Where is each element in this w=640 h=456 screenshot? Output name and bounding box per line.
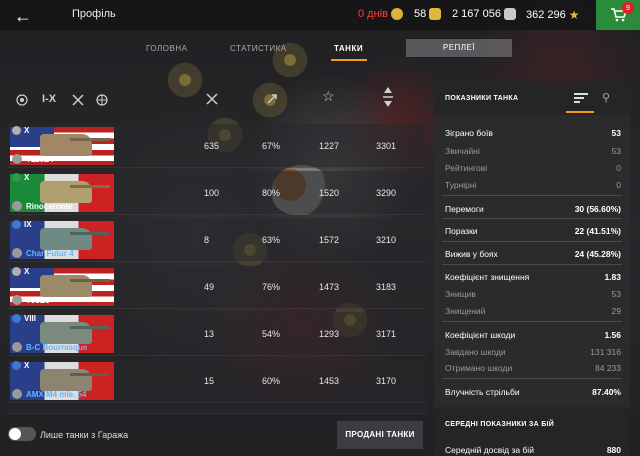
stat-row: Завдано шкоди 131 316 xyxy=(445,347,621,357)
stat-row: Турнірні 0 xyxy=(445,180,621,190)
sold-tanks-button[interactable]: ПРОДАНІ ТАНКИ xyxy=(337,421,423,449)
tank-name: T95E6 xyxy=(12,295,50,305)
rating-value: 1520 xyxy=(319,188,340,198)
damage-value: 3290 xyxy=(376,188,397,198)
active-view-underline xyxy=(566,111,594,113)
tier-label: IX xyxy=(12,220,32,229)
tier-filter[interactable]: I-X xyxy=(42,93,56,105)
tank-row[interactable]: VIII B-C Bourrasque 13 54% 1293 3171 xyxy=(8,312,426,356)
globe-icon[interactable] xyxy=(96,94,108,106)
trophy-icon[interactable]: ⚲ xyxy=(602,91,610,104)
free-xp-balance[interactable]: 362 296 ★ xyxy=(526,8,580,22)
tank-stats-panel: ПОКАЗНИКИ ТАНКА ⚲ Зіграно боїв 53 Звичайн… xyxy=(434,81,630,456)
rating-value: 1293 xyxy=(319,329,340,339)
credits-icon xyxy=(503,8,516,20)
rating-value: 1453 xyxy=(319,376,340,386)
tank-name: B-C Bourrasque xyxy=(12,342,87,352)
back-arrow-icon[interactable]: ← xyxy=(14,6,32,27)
damage-value: 3171 xyxy=(376,329,397,339)
rating-value: 1227 xyxy=(319,141,340,151)
tank-row[interactable]: IX Char Futur 4 8 63% 1572 3210 xyxy=(8,218,426,262)
stat-row: Влучність стрільби 87.40% xyxy=(445,387,621,397)
premium-icon xyxy=(390,8,403,20)
type-filter-icon[interactable] xyxy=(72,94,84,106)
tab-statistics[interactable]: СТАТИСТИКА xyxy=(230,44,287,53)
top-bar: ← Профіль 0 днів 58 2 167 056 362 296 ★ … xyxy=(0,0,640,30)
premium-days[interactable]: 0 днів xyxy=(358,8,403,20)
tank-row[interactable]: X AMX M4 mle. 54 15 60% 1453 3170 xyxy=(8,359,426,403)
tank-row[interactable]: X T110E4 635 67% 1227 3301 xyxy=(8,124,426,168)
tier-label: VIII xyxy=(12,314,36,323)
stat-row: Отримано шкоди 84 233 xyxy=(445,363,621,373)
credits-balance[interactable]: 2 167 056 xyxy=(452,8,516,20)
stat-row: Поразки 22 (41.51%) xyxy=(445,226,621,236)
tier-label: X xyxy=(12,267,29,276)
damage-sort-icon[interactable] xyxy=(382,86,394,108)
stat-row: Перемоги 30 (56.60%) xyxy=(445,204,621,214)
battles-value: 15 xyxy=(204,376,215,386)
battles-value: 100 xyxy=(204,188,220,198)
tank-name: Rinoceronte xyxy=(12,201,73,211)
garage-only-toggle[interactable] xyxy=(8,427,36,441)
tank-row[interactable]: X Rinoceronte 100 80% 1520 3290 xyxy=(8,171,426,215)
battles-value: 8 xyxy=(204,235,210,245)
rating-value: 1572 xyxy=(319,235,340,245)
star-icon: ★ xyxy=(568,8,580,22)
tank-row-partial xyxy=(8,406,426,414)
winrate-value: 76% xyxy=(262,282,281,292)
stat-row: Зіграно боїв 53 xyxy=(445,128,621,138)
battles-value: 13 xyxy=(204,329,215,339)
stat-row: Звичайні 53 xyxy=(445,146,621,156)
rating-value: 1473 xyxy=(319,282,340,292)
list-view-icon[interactable] xyxy=(574,93,588,103)
gold-icon xyxy=(429,8,442,20)
active-tab-underline xyxy=(331,59,367,61)
winrate-value: 80% xyxy=(262,188,281,198)
gold-balance[interactable]: 58 xyxy=(414,8,442,20)
page-title: Профіль xyxy=(72,8,116,20)
stat-row: Знищив 53 xyxy=(445,289,621,299)
tier-label: X xyxy=(12,173,29,182)
rating-sort-icon[interactable]: ☆ xyxy=(322,88,335,105)
section-title: СЕРЕДНІ ПОКАЗНИКИ ЗА БІЙ xyxy=(445,421,555,428)
winrate-value: 67% xyxy=(262,141,281,151)
damage-value: 3170 xyxy=(376,376,397,386)
stat-row: Вижив у боях 24 (45.28%) xyxy=(445,249,621,259)
stat-row: Середній досвід за бій 880 xyxy=(445,445,621,455)
stat-row: Рейтингові 0 xyxy=(445,163,621,173)
replays-button[interactable]: РЕПЛЕЇ xyxy=(406,39,512,57)
winrate-sort-icon[interactable] xyxy=(266,93,278,105)
battles-sort-icon[interactable] xyxy=(206,93,218,105)
cart-badge: 9 xyxy=(622,2,634,14)
battles-value: 49 xyxy=(204,282,215,292)
tank-name: T110E4 xyxy=(12,154,54,164)
winrate-value: 63% xyxy=(262,235,281,245)
panel-title: ПОКАЗНИКИ ТАНКА xyxy=(445,95,519,102)
winrate-value: 54% xyxy=(262,329,281,339)
damage-value: 3210 xyxy=(376,235,397,245)
tier-label: X xyxy=(12,361,29,370)
nation-filter-icon[interactable] xyxy=(16,94,28,106)
tank-name: AMX M4 mle. 54 xyxy=(12,389,86,399)
tier-label: X xyxy=(12,126,29,135)
tab-tanks[interactable]: ТАНКИ xyxy=(334,44,363,53)
tank-name: Char Futur 4 xyxy=(12,248,74,258)
garage-only-label: Лише танки з Гаража xyxy=(40,430,129,440)
tab-main[interactable]: ГОЛОВНА xyxy=(146,44,187,53)
damage-value: 3183 xyxy=(376,282,397,292)
battles-value: 635 xyxy=(204,141,220,151)
damage-value: 3301 xyxy=(376,141,397,151)
stat-row: Знищений 29 xyxy=(445,306,621,316)
stat-row: Коефіцієнт знищення 1.83 xyxy=(445,272,621,282)
tank-row[interactable]: X T95E6 49 76% 1473 3183 xyxy=(8,265,426,309)
shop-button[interactable]: 9 xyxy=(596,0,640,30)
winrate-value: 60% xyxy=(262,376,281,386)
stat-row: Коефіцієнт шкоди 1.56 xyxy=(445,330,621,340)
